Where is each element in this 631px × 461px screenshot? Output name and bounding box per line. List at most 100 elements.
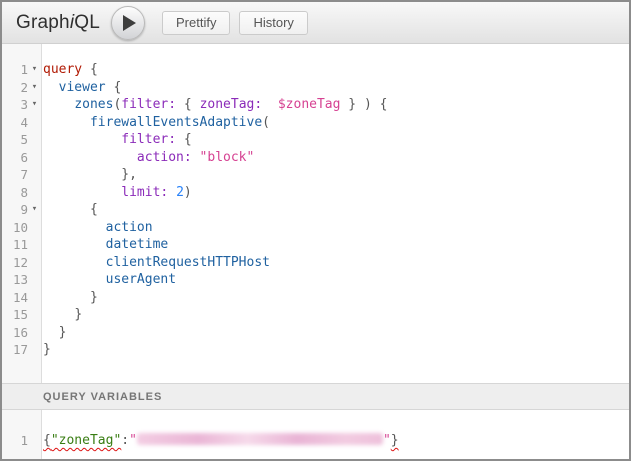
- code-text: zones(filter: { zoneTag: $zoneTag } ) {: [41, 97, 387, 112]
- graphiql-window: GraphiQL Prettify History 1▾query {2▾ vi…: [0, 0, 631, 461]
- code-line[interactable]: 1▾query {: [2, 61, 629, 79]
- line-number: 17: [2, 341, 28, 359]
- code-text: filter: {: [41, 132, 192, 147]
- variables-title[interactable]: QUERY VARIABLES: [43, 391, 162, 403]
- line-number: 11: [2, 236, 28, 254]
- code-line[interactable]: 6 action: "block": [2, 149, 629, 167]
- code-line[interactable]: 13 userAgent: [2, 271, 629, 289]
- code-token: },: [121, 167, 137, 182]
- play-icon: [123, 15, 136, 31]
- line-number: 16: [2, 324, 28, 342]
- prettify-button[interactable]: Prettify: [162, 11, 230, 35]
- code-line[interactable]: 5 filter: {: [2, 131, 629, 149]
- code-line[interactable]: 2▾ viewer {: [2, 79, 629, 97]
- code-text: query {: [41, 62, 98, 77]
- code-token: :: [121, 433, 129, 448]
- code-token: {: [43, 433, 51, 448]
- code-token: action:: [137, 150, 192, 165]
- code-token: }: [391, 433, 399, 448]
- code-token: "zoneTag": [51, 433, 121, 448]
- code-line[interactable]: 10 action: [2, 219, 629, 237]
- code-token: query: [43, 62, 82, 77]
- fold-caret-icon[interactable]: ▾: [28, 61, 41, 79]
- line-number: 8: [2, 184, 28, 202]
- fold-caret-icon[interactable]: ▾: [28, 201, 41, 219]
- code-text: clientRequestHTTPHost: [41, 255, 270, 270]
- code-token: limit:: [121, 185, 168, 200]
- code-token: filter:: [121, 132, 176, 147]
- code-line[interactable]: 9▾ {: [2, 201, 629, 219]
- code-line[interactable]: 3▾ zones(filter: { zoneTag: $zoneTag } )…: [2, 96, 629, 114]
- variables-code-lines[interactable]: 1{"zoneTag":""}: [2, 410, 629, 450]
- code-token: [43, 150, 137, 165]
- code-line[interactable]: 11 datetime: [2, 236, 629, 254]
- code-token: [43, 185, 121, 200]
- code-token: ): [184, 185, 192, 200]
- code-token: $zoneTag: [278, 97, 341, 112]
- code-token: [192, 150, 200, 165]
- query-editor[interactable]: 1▾query {2▾ viewer {3▾ zones(filter: { z…: [2, 44, 629, 383]
- code-line[interactable]: 17}: [2, 341, 629, 359]
- code-token: action: [106, 220, 153, 235]
- code-text: }: [41, 342, 51, 357]
- code-text: }: [41, 290, 98, 305]
- execute-query-button[interactable]: [111, 6, 145, 40]
- code-text: firewallEventsAdaptive(: [41, 115, 270, 130]
- code-token: [43, 132, 121, 147]
- line-number: 13: [2, 271, 28, 289]
- variables-editor[interactable]: 1{"zoneTag":""}: [2, 410, 629, 459]
- code-token: [262, 97, 278, 112]
- line-number: 1: [2, 432, 28, 450]
- code-token: firewallEventsAdaptive: [90, 115, 262, 130]
- code-token: userAgent: [106, 272, 176, 287]
- line-number: 15: [2, 306, 28, 324]
- redacted-zone-tag-value: [137, 433, 383, 445]
- line-number: 2: [2, 79, 28, 97]
- code-token: [43, 202, 90, 217]
- code-token: {: [82, 62, 98, 77]
- code-token: [43, 237, 106, 252]
- logo-text-pre: Graph: [16, 12, 70, 33]
- line-number: 4: [2, 114, 28, 132]
- code-token: {: [176, 97, 199, 112]
- code-token: } ) {: [340, 97, 387, 112]
- code-line[interactable]: 15 }: [2, 306, 629, 324]
- code-token: }: [74, 307, 82, 322]
- fold-caret-icon[interactable]: ▾: [28, 79, 41, 97]
- code-line[interactable]: 7 },: [2, 166, 629, 184]
- line-number: 3: [2, 96, 28, 114]
- code-line[interactable]: 1{"zoneTag":""}: [2, 432, 629, 450]
- code-text: },: [41, 167, 137, 182]
- code-token: {: [90, 202, 98, 217]
- line-number: 7: [2, 166, 28, 184]
- code-text: {"zoneTag":""}: [41, 433, 399, 448]
- code-line[interactable]: 8 limit: 2): [2, 184, 629, 202]
- code-token: [43, 255, 106, 270]
- code-token: [168, 185, 176, 200]
- code-token: 2: [176, 185, 184, 200]
- code-token: }: [90, 290, 98, 305]
- variables-panel-header[interactable]: QUERY VARIABLES: [2, 383, 629, 410]
- code-token: [43, 167, 121, 182]
- fold-caret-icon[interactable]: ▾: [28, 96, 41, 114]
- code-token: ": [383, 433, 391, 448]
- code-token: datetime: [106, 237, 169, 252]
- code-line[interactable]: 4 firewallEventsAdaptive(: [2, 114, 629, 132]
- code-text: limit: 2): [41, 185, 192, 200]
- code-text: datetime: [41, 237, 168, 252]
- query-code-lines[interactable]: 1▾query {2▾ viewer {3▾ zones(filter: { z…: [2, 44, 629, 359]
- code-line[interactable]: 14 }: [2, 289, 629, 307]
- code-token: [43, 97, 74, 112]
- code-token: zones: [74, 97, 113, 112]
- history-button[interactable]: History: [239, 11, 307, 35]
- line-number: 1: [2, 61, 28, 79]
- code-token: [43, 272, 106, 287]
- code-token: ": [129, 433, 137, 448]
- code-token: }: [59, 325, 67, 340]
- line-number: 9: [2, 201, 28, 219]
- code-text: {: [41, 202, 98, 217]
- line-number: 14: [2, 289, 28, 307]
- code-line[interactable]: 16 }: [2, 324, 629, 342]
- code-line[interactable]: 12 clientRequestHTTPHost: [2, 254, 629, 272]
- line-number: 10: [2, 219, 28, 237]
